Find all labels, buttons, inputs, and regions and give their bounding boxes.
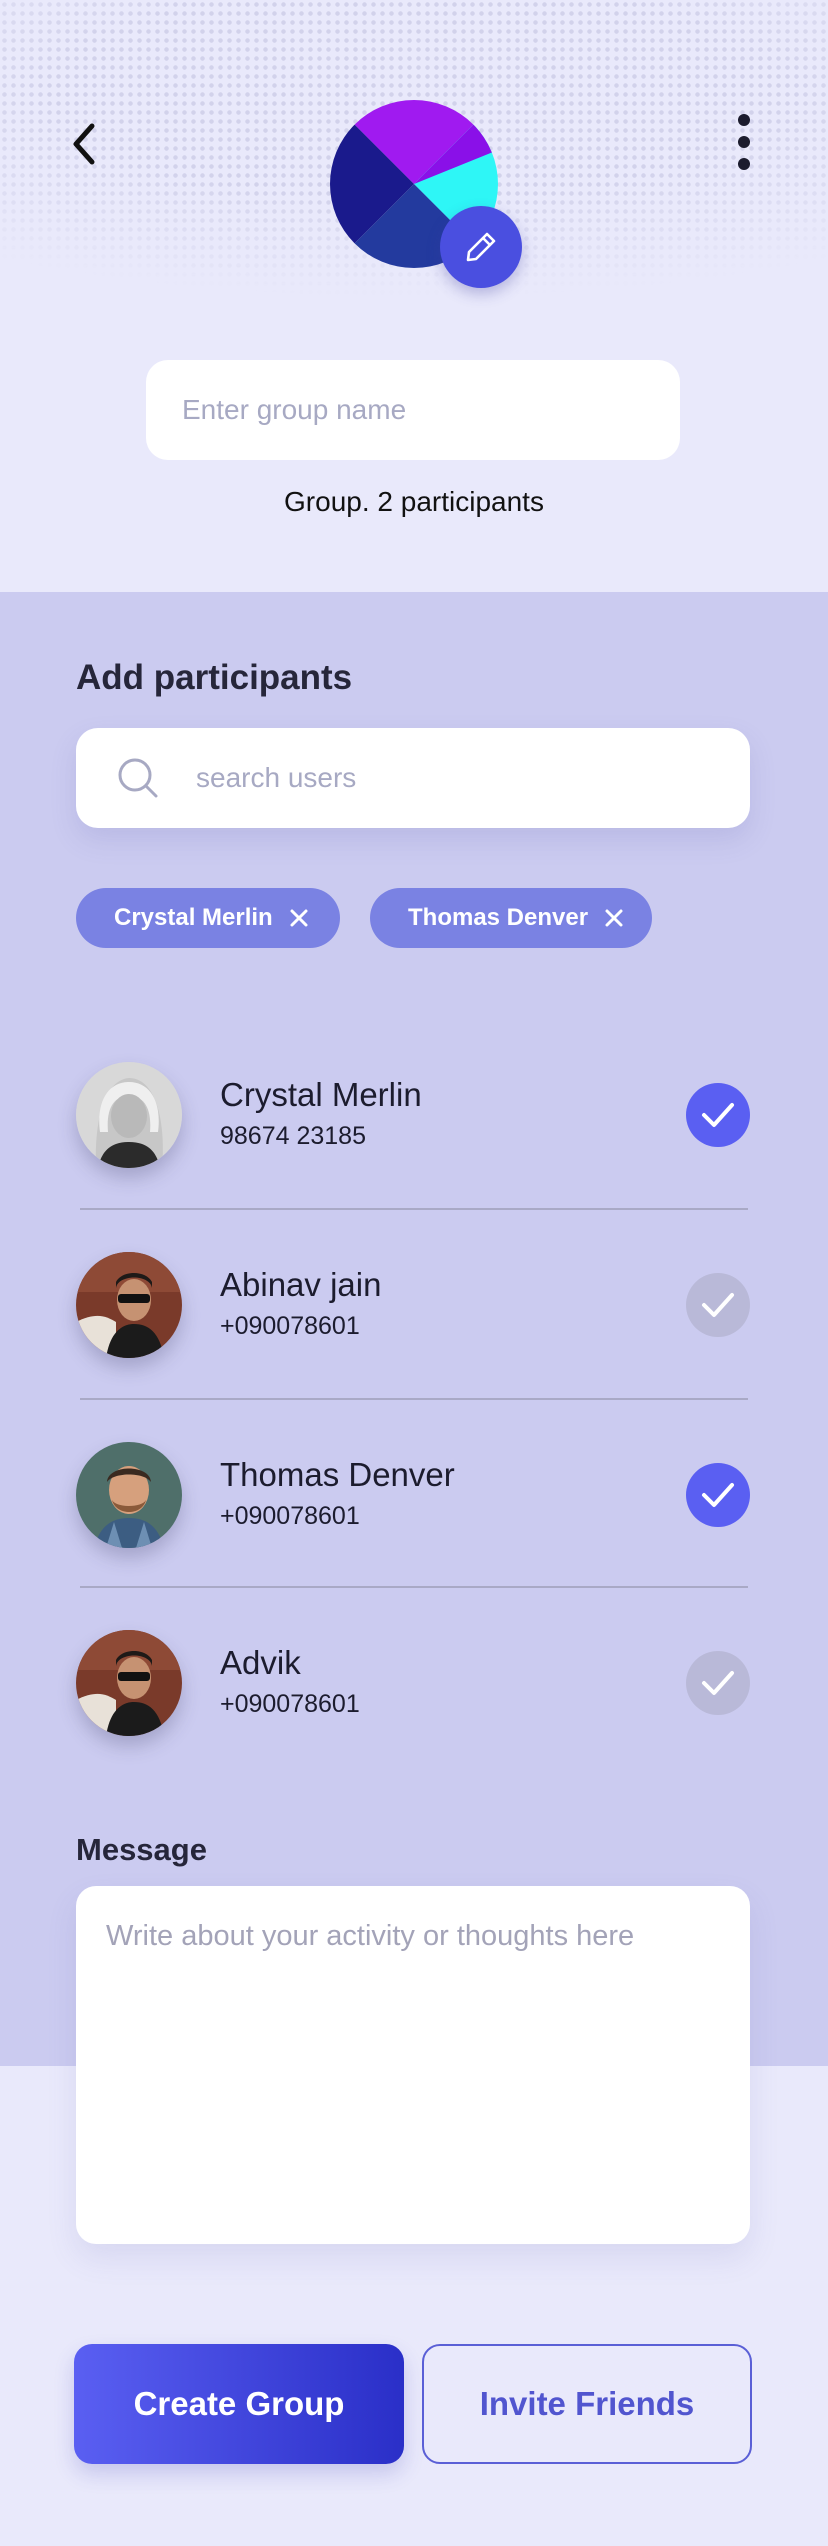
select-checkbox[interactable] bbox=[686, 1651, 750, 1715]
edit-avatar-button[interactable] bbox=[440, 206, 522, 288]
create-group-button[interactable]: Create Group bbox=[74, 2344, 404, 2464]
contact-row[interactable]: Abinav jain +090078601 bbox=[76, 1210, 750, 1390]
contact-name: Advik bbox=[220, 1644, 301, 1681]
remove-chip-button[interactable] bbox=[287, 906, 311, 930]
contact-phone: +090078601 bbox=[220, 1502, 360, 1530]
contact-name: Abinav jain bbox=[220, 1266, 382, 1303]
more-options-button[interactable] bbox=[730, 112, 758, 172]
select-checkbox[interactable] bbox=[686, 1083, 750, 1147]
add-participants-section: Add participants search users Crystal Me… bbox=[0, 592, 828, 2066]
more-vertical-icon bbox=[738, 114, 750, 170]
selected-chip-crystal-merlin: Crystal Merlin bbox=[76, 888, 340, 948]
contact-row[interactable]: Crystal Merlin 98674 23185 bbox=[76, 1020, 750, 1200]
avatar bbox=[76, 1252, 182, 1358]
contact-name: Crystal Merlin bbox=[220, 1076, 422, 1113]
invite-friends-button[interactable]: Invite Friends bbox=[422, 2344, 752, 2464]
contact-phone: 98674 23185 bbox=[220, 1122, 366, 1150]
chevron-left-icon bbox=[73, 123, 95, 165]
close-icon bbox=[605, 909, 623, 927]
check-icon bbox=[702, 1103, 734, 1127]
check-icon bbox=[702, 1671, 734, 1695]
back-button[interactable] bbox=[66, 118, 102, 170]
group-avatar-container bbox=[330, 100, 522, 288]
search-placeholder: search users bbox=[196, 762, 357, 793]
close-icon bbox=[290, 909, 308, 927]
pencil-icon bbox=[466, 232, 496, 262]
selected-chip-thomas-denver: Thomas Denver bbox=[370, 888, 652, 948]
chip-label: Crystal Merlin bbox=[114, 904, 273, 931]
message-label: Message bbox=[76, 1832, 207, 1867]
section-title: Add participants bbox=[76, 658, 353, 697]
avatar bbox=[76, 1442, 182, 1548]
contact-name: Thomas Denver bbox=[220, 1456, 455, 1493]
contact-row[interactable]: Advik +090078601 bbox=[76, 1588, 750, 1768]
message-textarea[interactable] bbox=[76, 1886, 750, 2244]
select-checkbox[interactable] bbox=[686, 1463, 750, 1527]
participants-count: Group. 2 participants bbox=[284, 486, 544, 517]
avatar bbox=[76, 1630, 182, 1736]
remove-chip-button[interactable] bbox=[602, 906, 626, 930]
contact-phone: +090078601 bbox=[220, 1690, 360, 1718]
contact-phone: +090078601 bbox=[220, 1312, 360, 1340]
group-header: Group. 2 participants bbox=[0, 0, 828, 592]
avatar bbox=[76, 1062, 182, 1168]
check-icon bbox=[702, 1293, 734, 1317]
search-input[interactable]: search users bbox=[76, 728, 750, 828]
group-name-input[interactable] bbox=[146, 360, 680, 460]
search-icon bbox=[118, 758, 158, 798]
contact-row[interactable]: Thomas Denver +090078601 bbox=[76, 1400, 750, 1580]
chip-label: Thomas Denver bbox=[408, 904, 589, 931]
select-checkbox[interactable] bbox=[686, 1273, 750, 1337]
check-icon bbox=[702, 1483, 734, 1507]
